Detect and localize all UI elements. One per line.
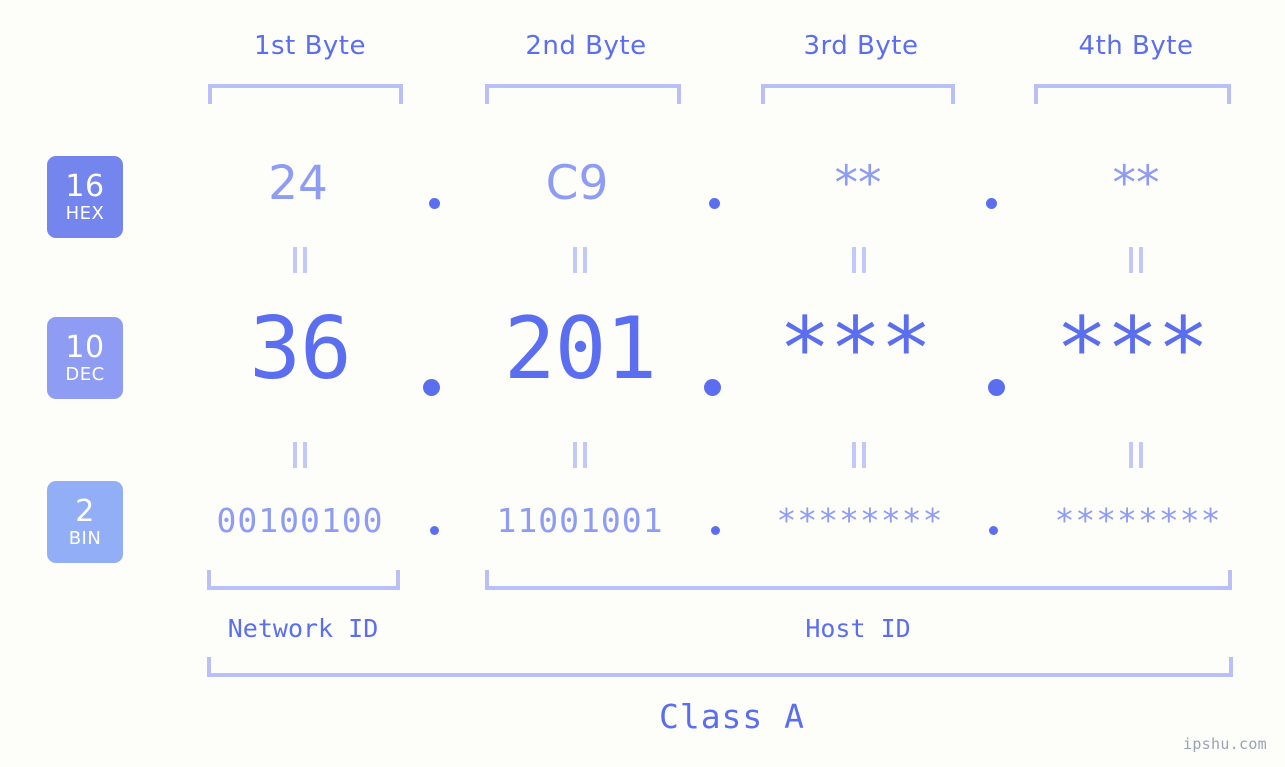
hex-separator-dot-2 [709, 198, 720, 209]
equals-mark-4-dec-bin [1129, 442, 1143, 468]
equals-mark-1-dec-bin [293, 442, 307, 468]
radix-badge-bin-number: 2 [75, 493, 95, 529]
dec-byte-2: 201 [503, 299, 657, 399]
byte-header-1: 1st Byte [254, 31, 366, 61]
network-id-label: Network ID [227, 614, 379, 643]
radix-badge-dec-system: DEC [65, 363, 105, 385]
hex-separator-dot-3 [986, 198, 997, 209]
host-id-label: Host ID [805, 614, 911, 643]
equals-mark-1-hex-dec [293, 247, 307, 273]
hex-byte-2: C9 [545, 156, 609, 211]
dec-byte-1: 36 [249, 299, 352, 399]
ip-byte-diagram: 1st Byte 2nd Byte 3rd Byte 4th Byte 16 H… [0, 0, 1285, 767]
byte-bracket-2 [485, 84, 681, 104]
equals-mark-4-hex-dec [1129, 247, 1143, 273]
dec-byte-3: *** [778, 299, 932, 399]
bin-separator-dot-2 [711, 526, 720, 535]
byte-bracket-3 [761, 84, 955, 104]
dec-separator-dot-3 [988, 379, 1005, 396]
equals-mark-3-hex-dec [852, 247, 866, 273]
radix-badge-dec: 10 DEC [47, 317, 123, 399]
bin-byte-1: 00100100 [216, 501, 384, 540]
dec-separator-dot-1 [423, 379, 440, 396]
class-bracket [207, 657, 1233, 677]
byte-header-3: 3rd Byte [803, 31, 919, 61]
radix-badge-bin: 2 BIN [47, 481, 123, 563]
byte-header-4: 4th Byte [1078, 31, 1194, 61]
dec-separator-dot-2 [704, 379, 721, 396]
byte-bracket-4 [1034, 84, 1231, 104]
class-label: Class A [658, 697, 806, 736]
hex-byte-4: ** [1112, 156, 1160, 211]
dec-byte-4: *** [1055, 299, 1209, 399]
equals-mark-2-hex-dec [573, 247, 587, 273]
hex-separator-dot-1 [429, 198, 440, 209]
bin-byte-3: ******** [776, 501, 944, 540]
radix-badge-hex: 16 HEX [47, 156, 123, 238]
radix-badge-hex-system: HEX [65, 202, 105, 224]
hex-byte-3: ** [834, 156, 882, 211]
bin-separator-dot-3 [989, 526, 998, 535]
bin-byte-4: ******** [1054, 501, 1222, 540]
bin-byte-2: 11001001 [496, 501, 664, 540]
network-id-bracket [207, 570, 400, 590]
host-id-bracket [485, 570, 1232, 590]
hex-byte-1: 24 [268, 156, 328, 211]
radix-badge-dec-number: 10 [65, 329, 105, 365]
radix-badge-hex-number: 16 [65, 168, 105, 204]
radix-badge-bin-system: BIN [68, 527, 102, 549]
byte-bracket-1 [208, 84, 403, 104]
site-watermark: ipshu.com [1183, 735, 1267, 753]
equals-mark-3-dec-bin [852, 442, 866, 468]
byte-header-2: 2nd Byte [525, 31, 647, 61]
equals-mark-2-dec-bin [573, 442, 587, 468]
bin-separator-dot-1 [430, 526, 439, 535]
